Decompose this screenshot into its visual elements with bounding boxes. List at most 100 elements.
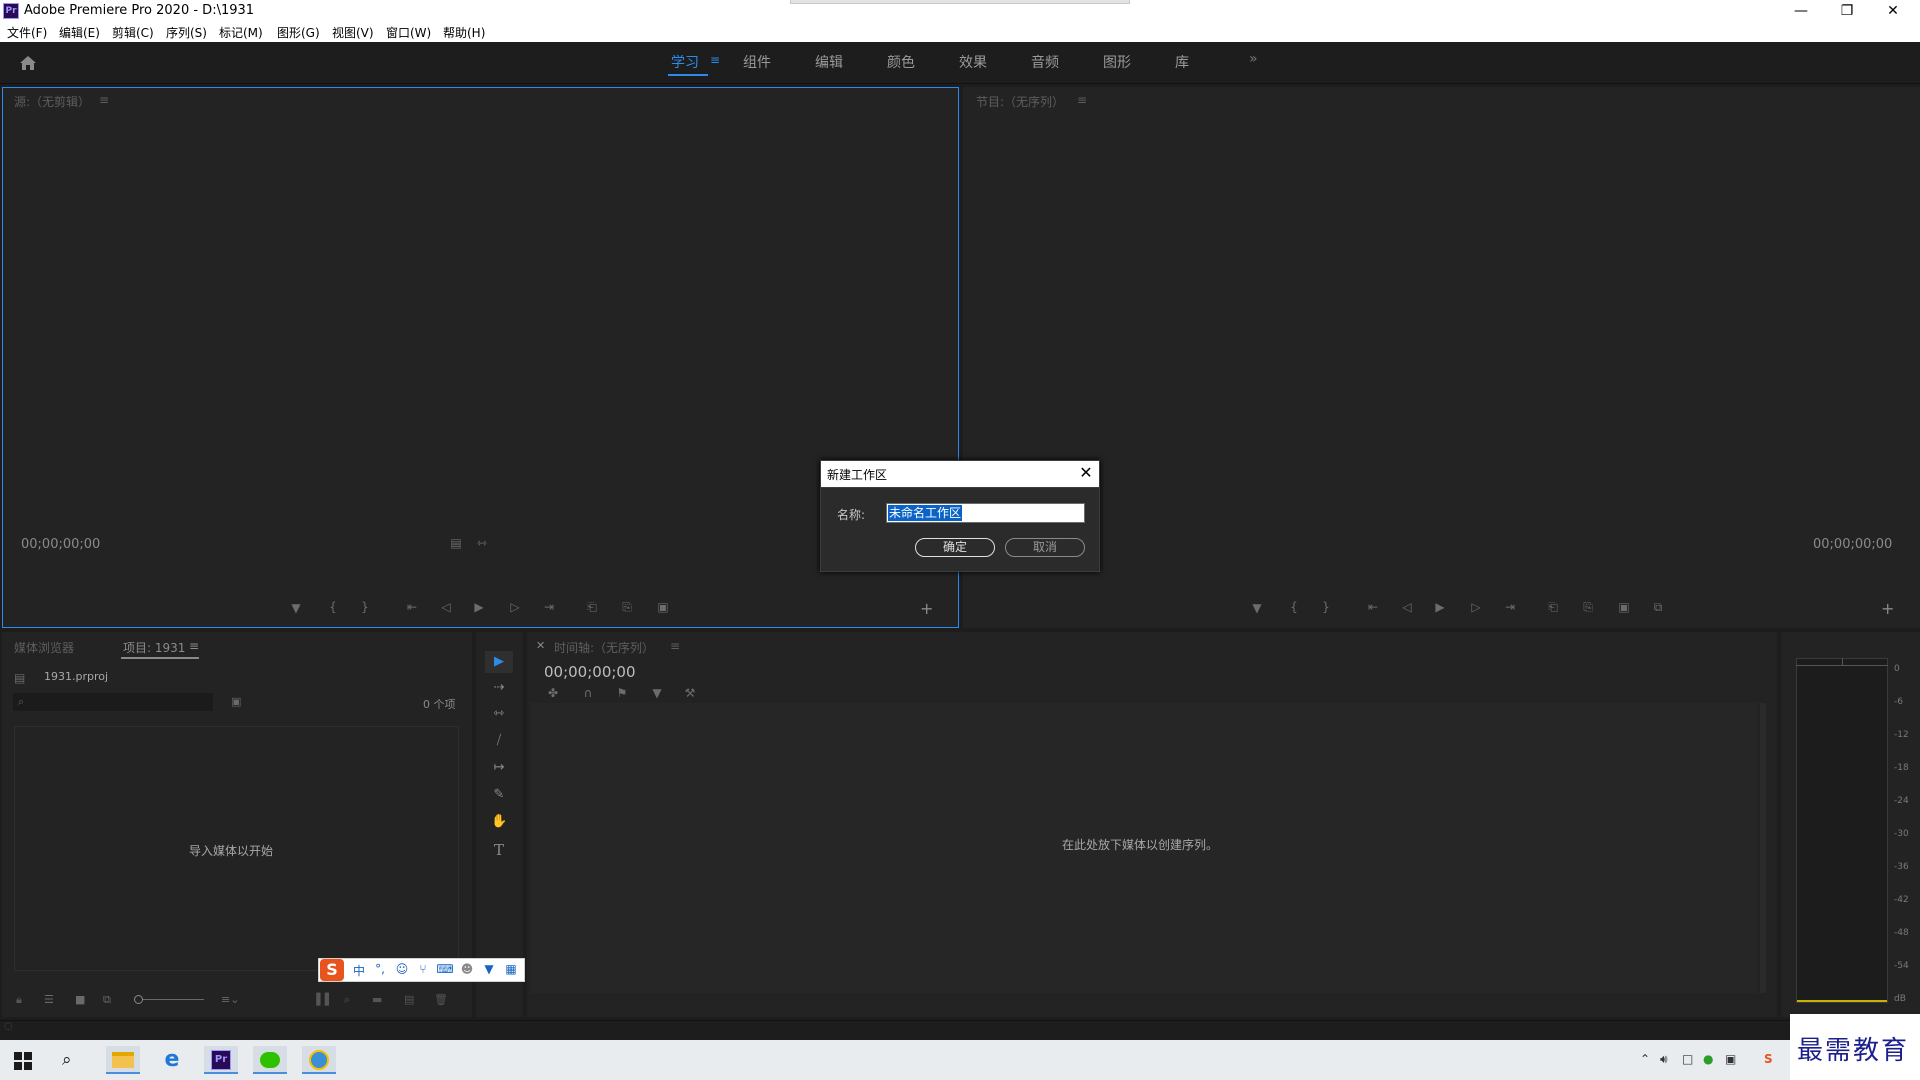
source-settings-icon[interactable]: ▤ xyxy=(448,536,464,550)
tab-assembly[interactable]: 组件 xyxy=(743,52,771,72)
timeline-timecode[interactable]: 00;00;00;00 xyxy=(544,663,636,681)
snap-icon[interactable]: ∩ xyxy=(580,686,596,700)
timeline-scrollbar[interactable] xyxy=(1760,703,1766,993)
add-marker-icon[interactable]: ▼ xyxy=(288,601,304,615)
skin-icon[interactable]: ▼ xyxy=(480,962,498,978)
overwrite-icon[interactable]: ⎘ xyxy=(619,600,635,615)
razor-tool-icon[interactable]: ⧸ xyxy=(491,733,507,749)
program-mark-out-icon[interactable]: } xyxy=(1318,600,1334,614)
comparison-view-icon[interactable]: ⧉ xyxy=(1650,600,1666,615)
selection-tool-icon[interactable]: ▶ xyxy=(491,654,507,670)
lock-icon[interactable]: 🔒︎ xyxy=(16,993,22,1007)
mark-out-icon[interactable]: } xyxy=(357,600,373,614)
cancel-button[interactable]: 取消 xyxy=(1005,538,1085,557)
program-step-forward-icon[interactable]: ▷ xyxy=(1468,600,1484,614)
tab-media-browser[interactable]: 媒体浏览器 xyxy=(14,639,74,656)
automate-to-sequence-icon[interactable]: ▐▐ xyxy=(312,993,329,1006)
tab-project[interactable]: 项目: 1931 xyxy=(123,639,185,656)
ripple-edit-tool-icon[interactable]: ⇿ xyxy=(491,706,507,722)
program-add-button-icon[interactable]: + xyxy=(1881,599,1894,618)
icon-view-icon[interactable]: ■ xyxy=(75,993,85,1006)
program-play-icon[interactable]: ▶ xyxy=(1432,600,1448,614)
menu-clip[interactable]: 剪辑(C) xyxy=(112,24,154,41)
go-to-in-icon[interactable]: ⇤ xyxy=(404,600,420,614)
source-add-button-icon[interactable]: + xyxy=(920,599,933,618)
freeform-view-icon[interactable]: ⧉ xyxy=(103,993,111,1007)
close-icon[interactable]: ✕ xyxy=(1870,0,1916,22)
menu-edit[interactable]: 编辑(E) xyxy=(59,24,100,41)
project-panel-menu-icon[interactable]: ≡ xyxy=(189,639,199,653)
program-go-to-out-icon[interactable]: ⇥ xyxy=(1502,600,1518,614)
dialog-close-icon[interactable]: ✕ xyxy=(1077,463,1095,482)
workspace-name-value[interactable]: 未命名工作区 xyxy=(888,505,963,521)
slip-tool-icon[interactable]: ↦ xyxy=(491,760,507,776)
close-timeline-icon[interactable]: ✕ xyxy=(536,639,545,652)
ime-punctuation[interactable]: °, xyxy=(371,962,389,978)
sort-icon[interactable]: ≡⌄ xyxy=(221,993,239,1006)
play-icon[interactable]: ▶ xyxy=(471,600,487,614)
tab-audio[interactable]: 音频 xyxy=(1031,52,1059,72)
network-icon[interactable]: □ xyxy=(1682,1052,1693,1066)
home-icon[interactable] xyxy=(18,53,38,73)
program-panel-menu-icon[interactable]: ≡ xyxy=(1077,93,1087,107)
new-item-icon[interactable]: ▤ xyxy=(404,993,414,1006)
edge-browser-icon[interactable]: e xyxy=(155,1046,189,1074)
program-monitor-panel[interactable] xyxy=(963,87,1920,628)
list-view-icon[interactable]: ☰ xyxy=(44,993,54,1006)
menu-help[interactable]: 帮助(H) xyxy=(443,24,485,41)
wechat-icon[interactable] xyxy=(253,1046,287,1074)
menu-window[interactable]: 窗口(W) xyxy=(386,24,431,41)
toolbox-icon[interactable]: ▦ xyxy=(502,962,520,978)
program-go-to-in-icon[interactable]: ⇤ xyxy=(1365,600,1381,614)
sogou-logo-icon[interactable]: S xyxy=(320,959,344,981)
restore-icon[interactable]: ❐ xyxy=(1824,0,1870,22)
ok-button[interactable]: 确定 xyxy=(915,538,995,557)
go-to-out-icon[interactable]: ⇥ xyxy=(541,600,557,614)
linked-selection-icon[interactable]: ⚑ xyxy=(614,686,630,700)
tab-libraries[interactable]: 库 xyxy=(1175,52,1189,72)
windows-start-icon[interactable] xyxy=(14,1052,32,1070)
hand-tool-icon[interactable]: ✋ xyxy=(491,814,507,830)
zoom-slider-handle[interactable] xyxy=(134,995,143,1004)
program-export-frame-icon[interactable]: ▣ xyxy=(1616,600,1632,614)
source-monitor-title[interactable]: 源:（无剪辑） xyxy=(14,93,90,110)
tab-editing[interactable]: 编辑 xyxy=(815,52,843,72)
pen-tool-icon[interactable]: ✎ xyxy=(491,787,507,803)
menu-sequence[interactable]: 序列(S) xyxy=(166,24,207,41)
volume-icon[interactable]: 🔊︎ xyxy=(1660,1052,1668,1067)
sogou-tray-icon[interactable]: S xyxy=(1764,1052,1773,1066)
tab-graphics[interactable]: 图形 xyxy=(1103,52,1131,72)
insert-icon[interactable]: ⎗ xyxy=(584,600,600,615)
premiere-taskbar-icon[interactable]: Pr xyxy=(204,1046,238,1074)
lift-icon[interactable]: ⎗ xyxy=(1545,600,1561,615)
new-bin-icon[interactable]: ▬ xyxy=(372,993,382,1006)
mark-in-icon[interactable]: { xyxy=(325,600,341,614)
nest-icon[interactable]: ✤ xyxy=(545,686,561,700)
menu-file[interactable]: 文件(F) xyxy=(7,24,47,41)
source-panel-menu-icon[interactable]: ≡ xyxy=(99,93,109,107)
extract-icon[interactable]: ⎘ xyxy=(1580,600,1596,615)
type-tool-icon[interactable]: T xyxy=(491,841,507,859)
more-workspaces-icon[interactable]: » xyxy=(1249,51,1258,67)
browser-app-icon[interactable] xyxy=(302,1046,336,1074)
tab-effects[interactable]: 效果 xyxy=(959,52,987,72)
step-back-icon[interactable]: ◁ xyxy=(438,600,454,614)
step-forward-icon[interactable]: ▷ xyxy=(507,600,523,614)
tab-learning[interactable]: 学习 xyxy=(671,52,699,72)
track-select-tool-icon[interactable]: ⇢ xyxy=(491,680,507,696)
find-icon[interactable]: ⌕ xyxy=(344,993,350,1007)
timeline-marker-icon[interactable]: ▼ xyxy=(649,686,665,700)
zoom-slider[interactable] xyxy=(134,999,204,1000)
export-frame-icon[interactable]: ▣ xyxy=(655,600,671,614)
tray-chevron-icon[interactable]: ⌃ xyxy=(1640,1052,1650,1066)
program-mark-in-icon[interactable]: { xyxy=(1286,600,1302,614)
search-taskbar-icon[interactable]: ⌕ xyxy=(62,1050,72,1070)
menu-marker[interactable]: 标记(M) xyxy=(219,24,263,41)
timeline-panel-menu-icon[interactable]: ≡ xyxy=(670,639,680,653)
source-timecode[interactable]: 00;00;00;00 xyxy=(21,537,100,552)
ime-chinese-mode[interactable]: 中 xyxy=(350,962,368,978)
new-search-bin-icon[interactable]: ▣ xyxy=(231,695,241,708)
program-step-back-icon[interactable]: ◁ xyxy=(1399,600,1415,614)
source-fit-icon[interactable]: ⇿ xyxy=(474,536,490,550)
program-timecode[interactable]: 00;00;00;00 xyxy=(1813,537,1892,552)
